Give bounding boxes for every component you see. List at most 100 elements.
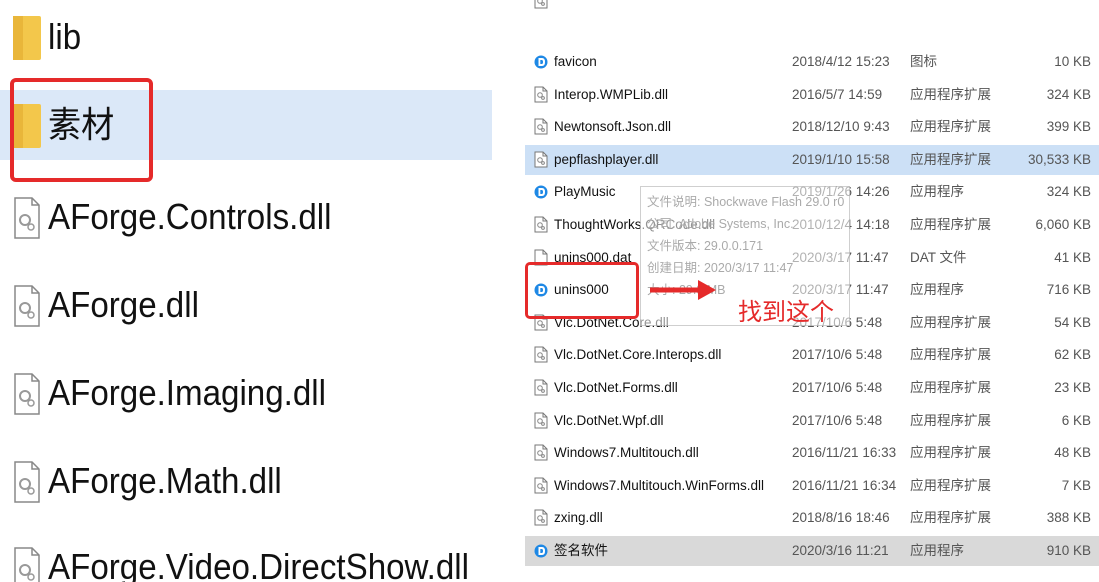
file-size: 388 KB <box>1046 510 1091 526</box>
left-list-item-label: AForge.Imaging.dll <box>48 372 326 413</box>
file-date: 2017/10/6 5:48 <box>792 380 883 395</box>
file-type: 应用程序 <box>910 184 964 200</box>
tooltip-line: 公司: Adobe Systems, Inc. <box>647 217 794 231</box>
file-date: 2018/8/16 18:46 <box>792 510 890 526</box>
arrow-icon <box>650 280 716 300</box>
file-size: 324 KB <box>1046 86 1091 102</box>
file-name: PlayMusic <box>554 184 616 200</box>
left-list-item-label: AForge.Video.DirectShow.dll <box>48 546 469 582</box>
dll-file-icon <box>534 216 548 233</box>
dll-file-icon <box>534 509 548 526</box>
file-size: 6 KB <box>1061 412 1091 428</box>
file-date: 2016/11/21 16:33 <box>792 445 897 461</box>
file-date: 2019/1/10 15:58 <box>792 151 890 167</box>
file-size: 62 KB <box>1054 347 1091 363</box>
file-size: 399 KB <box>1046 119 1091 135</box>
file-type: 应用程序扩展 <box>910 445 991 461</box>
dll-file-icon <box>534 379 548 396</box>
file-row[interactable]: Vlc.DotNet.Core.Interops.dll 2017/10/6 5:… <box>525 340 1099 370</box>
app-icon <box>534 542 548 559</box>
file-type: 应用程序扩展 <box>910 314 991 330</box>
left-list-item-label: AForge.Math.dll <box>48 460 282 501</box>
file-size: 23 KB <box>1054 380 1091 395</box>
file-name: Newtonsoft.Json.dll <box>554 119 672 135</box>
file-size: 910 KB <box>1046 543 1091 558</box>
folder-icon <box>12 12 42 62</box>
tooltip-line: 文件版本: 29.0.0.171 <box>647 239 764 253</box>
file-type: 应用程序扩展 <box>910 347 991 363</box>
file-type: 应用程序扩展 <box>910 412 991 428</box>
file-row[interactable]: favicon 2018/4/12 15:23 图标 10 KB <box>525 47 1099 77</box>
file-type: 应用程序扩展 <box>910 119 991 135</box>
file-row[interactable]: 签名软件 2020/3/16 11:21 应用程序 910 KB <box>525 536 1099 566</box>
file-size: 6,060 KB <box>1035 217 1091 232</box>
file-name: Vlc.DotNet.Forms.dll <box>554 380 678 395</box>
dll-file-icon <box>534 118 548 135</box>
left-list-item[interactable]: AForge.Video.DirectShow.dll <box>0 532 492 582</box>
file-type: 应用程序 <box>910 543 964 558</box>
dll-file-icon <box>534 444 548 461</box>
file-row[interactable]: zxing.dll 2018/8/16 18:46 应用程序扩展 388 KB <box>525 503 1099 533</box>
file-type: 应用程序扩展 <box>910 510 991 526</box>
file-type: 应用程序扩展 <box>910 380 991 395</box>
left-list-item[interactable]: AForge.Math.dll <box>0 446 492 516</box>
dll-file-icon <box>534 412 548 429</box>
dll-file-icon <box>12 192 42 242</box>
file-name: Windows7.Multitouch.WinForms.dll <box>554 477 765 493</box>
annotation-label: 找到这个 <box>738 298 834 326</box>
app-icon <box>534 183 548 200</box>
file-type: 应用程序 <box>910 282 964 298</box>
file-size: 54 KB <box>1054 314 1091 330</box>
file-type: 应用程序扩展 <box>910 477 991 493</box>
tooltip-line: 文件说明: Shockwave Flash 29.0 r0 <box>647 195 845 209</box>
file-date: 2016/11/21 16:34 <box>792 477 897 493</box>
file-type: 应用程序扩展 <box>910 86 991 102</box>
file-row[interactable]: pepflashplayer.dll 2019/1/10 15:58 应用程序扩展 3… <box>525 144 1099 175</box>
left-list-item[interactable]: AForge.Imaging.dll <box>0 358 492 428</box>
file-name: Windows7.Multitouch.dll <box>554 445 699 461</box>
dll-file-icon <box>534 346 548 363</box>
file-type: 应用程序扩展 <box>910 151 991 167</box>
left-list-item[interactable]: AForge.Controls.dll <box>0 182 492 252</box>
file-size: 41 KB <box>1054 249 1091 265</box>
left-list-item[interactable]: AForge.dll <box>0 270 492 340</box>
file-size: 716 KB <box>1046 282 1091 298</box>
file-date: 2018/12/10 9:43 <box>792 119 890 135</box>
file-name: pepflashplayer.dll <box>554 151 659 167</box>
file-size: 10 KB <box>1054 54 1091 69</box>
file-date: 2020/3/16 11:21 <box>792 543 889 558</box>
file-size: 7 KB <box>1061 477 1091 493</box>
dll-file-icon <box>534 151 548 168</box>
file-type: 图标 <box>910 54 937 69</box>
file-size: 30,533 KB <box>1027 151 1091 167</box>
left-list-item-label: AForge.dll <box>48 284 199 325</box>
file-type: 应用程序扩展 <box>910 217 991 232</box>
file-name: zxing.dll <box>554 510 603 526</box>
file-row[interactable]: Interop.WMPLib.dll 2016/5/7 14:59 应用程序扩展 32… <box>525 80 1099 110</box>
target-highlight-box <box>525 262 639 319</box>
file-name: 签名软件 <box>554 543 608 558</box>
file-date: 2016/5/7 14:59 <box>792 86 883 102</box>
file-row[interactable]: Newtonsoft.Json.dll 2018/12/10 9:43 应用程序扩展… <box>525 112 1099 142</box>
file-name: favicon <box>554 54 597 69</box>
file-name: Vlc.DotNet.Core.Interops.dll <box>554 347 722 363</box>
file-size: 48 KB <box>1054 445 1091 461</box>
file-row[interactable]: Windows7.Multitouch.dll 2016/11/21 16:33 应… <box>525 438 1099 468</box>
file-row[interactable]: Windows7.Multitouch.WinForms.dll 2016/11/… <box>525 471 1099 501</box>
file-date: 2017/10/6 5:48 <box>792 347 883 363</box>
file-date: 2018/4/12 15:23 <box>792 54 890 69</box>
dll-file-icon <box>534 86 548 103</box>
app-icon <box>534 53 548 70</box>
dll-file-icon <box>534 477 548 494</box>
left-list-item[interactable]: lib <box>0 2 492 72</box>
file-name: Interop.WMPLib.dll <box>554 86 669 102</box>
file-row[interactable]: Vlc.DotNet.Forms.dll 2017/10/6 5:48 应用程序扩展… <box>525 373 1099 403</box>
left-list-item-label: lib <box>48 16 82 57</box>
dll-file-icon <box>12 280 42 330</box>
file-type: DAT 文件 <box>910 249 967 265</box>
file-row[interactable]: Vlc.DotNet.Wpf.dll 2017/10/6 5:48 应用程序扩展 6 … <box>525 406 1099 436</box>
file-date: 2017/10/6 5:48 <box>792 412 883 428</box>
file-name: Vlc.DotNet.Wpf.dll <box>554 412 664 428</box>
dll-file-icon <box>12 456 42 506</box>
file-size: 324 KB <box>1046 184 1091 200</box>
